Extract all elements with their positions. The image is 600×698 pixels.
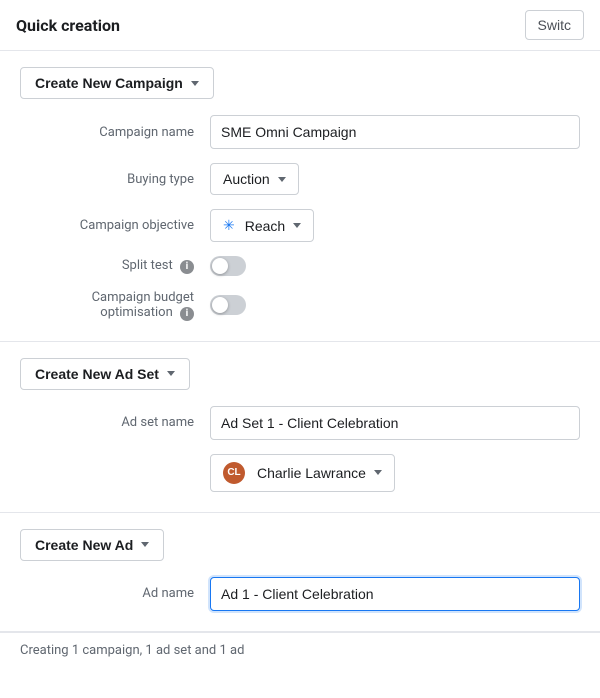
avatar: CL <box>223 462 245 484</box>
ad-section: Create New Ad Ad name <box>0 513 600 632</box>
chevron-down-icon <box>141 542 149 547</box>
create-new-campaign-button[interactable]: Create New Campaign <box>20 67 214 99</box>
campaign-name-label: Campaign name <box>20 125 210 140</box>
ad-set-name-control <box>210 406 580 440</box>
campaign-objective-dropdown[interactable]: ✳ Reach <box>210 209 314 242</box>
ad-name-row: Ad name <box>20 577 580 611</box>
campaign-budget-info-icon[interactable]: i <box>180 307 194 321</box>
ad-set-name-row: Ad set name <box>20 406 580 440</box>
chevron-down-icon <box>191 81 199 86</box>
campaign-budget-toggle-area <box>210 295 580 315</box>
ad-name-control <box>210 577 580 611</box>
reach-icon: ✳ <box>223 217 235 234</box>
campaign-name-control <box>210 115 580 149</box>
buying-type-label: Buying type <box>20 172 210 187</box>
page-title: Quick creation <box>16 16 120 35</box>
campaign-name-input[interactable] <box>210 115 580 149</box>
create-new-ad-button[interactable]: Create New Ad <box>20 529 164 561</box>
create-new-ad-set-button[interactable]: Create New Ad Set <box>20 358 190 390</box>
split-test-label: Split test i <box>20 258 210 274</box>
buying-type-row: Buying type Auction <box>20 163 580 195</box>
campaign-objective-label: Campaign objective <box>20 218 210 233</box>
ad-name-input[interactable] <box>210 577 580 611</box>
campaign-objective-row: Campaign objective ✳ Reach <box>20 209 580 242</box>
footer-status: Creating 1 campaign, 1 ad set and 1 ad <box>0 632 600 668</box>
campaign-name-row: Campaign name <box>20 115 580 149</box>
toggle-thumb <box>212 258 228 274</box>
chevron-down-icon <box>293 223 301 228</box>
ad-name-label: Ad name <box>20 586 210 601</box>
campaign-objective-control: ✳ Reach <box>210 209 580 242</box>
owner-row: CL Charlie Lawrance <box>20 454 580 492</box>
owner-control: CL Charlie Lawrance <box>210 454 580 492</box>
split-test-toggle[interactable] <box>210 256 246 276</box>
ad-set-name-label: Ad set name <box>20 415 210 430</box>
page-header: Quick creation Switc <box>0 0 600 51</box>
buying-type-control: Auction <box>210 163 580 195</box>
split-test-toggle-area <box>210 256 580 276</box>
split-test-info-icon[interactable]: i <box>180 260 194 274</box>
buying-type-dropdown[interactable]: Auction <box>210 163 299 195</box>
toggle-thumb <box>212 297 228 313</box>
ad-set-section: Create New Ad Set Ad set name CL Charlie… <box>0 342 600 513</box>
chevron-down-icon <box>374 470 382 475</box>
campaign-section: Create New Campaign Campaign name Buying… <box>0 51 600 342</box>
owner-dropdown[interactable]: CL Charlie Lawrance <box>210 454 395 492</box>
campaign-budget-row: Campaign budget optimisation i <box>20 290 580 321</box>
split-test-row: Split test i <box>20 256 580 276</box>
switch-button[interactable]: Switc <box>525 10 584 40</box>
ad-set-name-input[interactable] <box>210 406 580 440</box>
chevron-down-icon <box>278 177 286 182</box>
campaign-budget-toggle[interactable] <box>210 295 246 315</box>
campaign-budget-label: Campaign budget optimisation i <box>20 290 210 321</box>
chevron-down-icon <box>167 371 175 376</box>
